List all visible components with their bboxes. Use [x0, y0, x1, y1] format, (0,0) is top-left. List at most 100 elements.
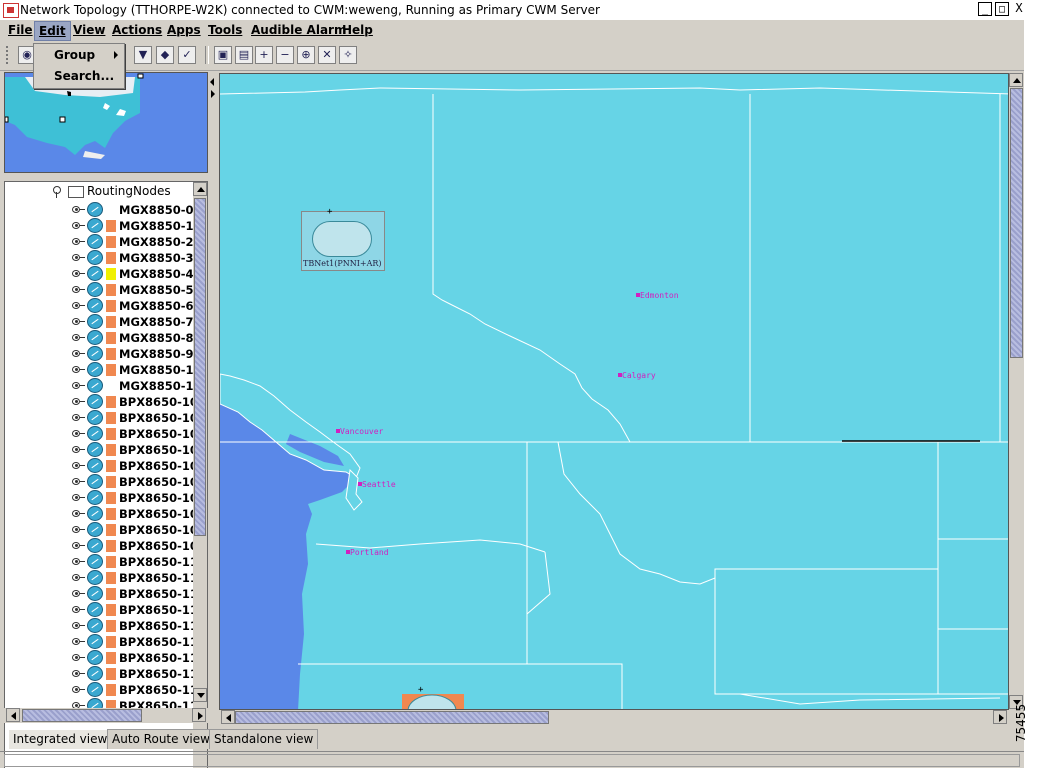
tree-node-row[interactable]: BPX8650-108 [5, 522, 206, 538]
eye-icon[interactable] [72, 270, 80, 277]
tree-node-row[interactable]: MGX8850-9 [5, 346, 195, 362]
eye-icon[interactable] [72, 542, 80, 549]
zoom-in-icon[interactable]: + [255, 46, 273, 64]
tab-standalone-view[interactable]: Standalone view [209, 729, 319, 749]
tree-folder-routingnodes[interactable]: RoutingNodes [5, 182, 195, 200]
eye-icon[interactable] [72, 382, 80, 389]
tree-node-row[interactable]: BPX8650-112 [5, 586, 206, 602]
grip-icon[interactable] [6, 46, 10, 64]
eye-icon[interactable] [72, 510, 80, 517]
tree-vertical-scrollbar[interactable] [193, 182, 207, 768]
eye-icon[interactable] [72, 222, 80, 229]
eye-icon[interactable] [72, 558, 80, 565]
eye-icon[interactable] [72, 430, 80, 437]
tree-node-row[interactable]: BPX8650-107 [5, 506, 206, 522]
eye-icon[interactable] [72, 334, 80, 341]
close-button[interactable]: X [1012, 2, 1024, 16]
menu-help[interactable]: Help [340, 23, 375, 37]
map-scroll-right-button[interactable] [993, 710, 1007, 724]
tree-node-row[interactable]: BPX8650-100 [5, 394, 206, 410]
eye-icon[interactable] [72, 526, 80, 533]
map-vertical-scrollbar[interactable] [1009, 73, 1024, 710]
menu-audible-alarm[interactable]: Audible Alarm [249, 23, 348, 37]
tree-node-row[interactable]: BPX8650-117 [5, 666, 206, 682]
tree-node-row[interactable]: MGX8850-7 [5, 314, 195, 330]
eye-icon[interactable] [72, 318, 80, 325]
tree-horizontal-scrollbar[interactable] [4, 708, 208, 723]
menu-item-search[interactable]: Search... [54, 69, 114, 83]
tree-node-row[interactable]: MGX8850-1 [5, 218, 195, 234]
layer-icon[interactable]: ◆ [156, 46, 174, 64]
eye-icon[interactable] [72, 350, 80, 357]
tree-node-row[interactable]: MGX8850-4 [5, 266, 195, 282]
eye-icon[interactable] [72, 686, 80, 693]
maximize-button[interactable]: □ [995, 2, 1009, 16]
filter-icon[interactable]: ▼ [134, 46, 152, 64]
eye-icon[interactable] [72, 238, 80, 245]
minimize-button[interactable]: _ [978, 2, 992, 16]
city-portland[interactable]: Portland [346, 548, 389, 557]
scroll-left-button[interactable] [6, 708, 20, 722]
tree-node-row[interactable]: BPX8650-114 [5, 618, 206, 634]
check-icon[interactable]: ✓ [178, 46, 196, 64]
tree-node-row[interactable]: MGX8850-3 [5, 250, 195, 266]
eye-icon[interactable] [72, 398, 80, 405]
eye-icon[interactable] [72, 590, 80, 597]
tree-node-row[interactable]: BPX8650-115 [5, 634, 206, 650]
menu-apps[interactable]: Apps [165, 23, 203, 37]
menu-edit[interactable]: Edit [34, 21, 71, 41]
network-cloud-node[interactable]: + TBNet1(PNNI+AR) [301, 207, 385, 271]
city-seattle[interactable]: Seattle [358, 480, 396, 489]
menu-item-group[interactable]: Group [54, 48, 95, 62]
map-scroll-thumb[interactable] [1010, 88, 1023, 358]
topology-map[interactable]: + + TBNet1(PNNI+AR) Edmonton Calgary Van… [219, 73, 1009, 710]
map-scroll-thumb-horizontal[interactable] [235, 711, 549, 724]
expand-toggle-icon[interactable] [53, 186, 61, 194]
menu-file[interactable]: File [6, 23, 35, 37]
eye-icon[interactable] [72, 302, 80, 309]
save-icon[interactable]: ▣ [214, 46, 232, 64]
eye-icon[interactable] [72, 206, 80, 213]
scroll-right-button[interactable] [192, 708, 206, 722]
map-scroll-up-button[interactable] [1009, 73, 1023, 87]
tree-node-row[interactable]: MGX8850-5 [5, 282, 195, 298]
eye-icon[interactable] [72, 654, 80, 661]
tree-node-row[interactable]: BPX8650-111 [5, 570, 206, 586]
tree-node-row[interactable]: MGX8850-8 [5, 330, 195, 346]
splitter-handle[interactable] [209, 72, 217, 182]
city-vancouver[interactable]: Vancouver [335, 427, 383, 436]
scroll-thumb-horizontal[interactable] [22, 709, 142, 722]
eye-icon[interactable] [72, 254, 80, 261]
tree-node-row[interactable]: MGX8850-0 [5, 202, 195, 218]
select-icon[interactable]: ✧ [339, 46, 357, 64]
tree-node-row[interactable]: MGX8850-12 [5, 378, 202, 394]
scroll-thumb[interactable] [194, 198, 206, 536]
tree-node-row[interactable]: BPX8650-109 [5, 538, 206, 554]
scroll-down-button[interactable] [193, 688, 207, 702]
tree-node-row[interactable]: MGX8850-6 [5, 298, 195, 314]
eye-icon[interactable] [72, 670, 80, 677]
eye-icon[interactable] [72, 366, 80, 373]
city-calgary[interactable]: Calgary [618, 371, 656, 380]
menu-actions[interactable]: Actions [110, 23, 164, 37]
tab-integrated-view[interactable]: Integrated view [8, 729, 113, 749]
tree-node-row[interactable]: BPX8650-113 [5, 602, 206, 618]
fit-icon[interactable]: ⊕ [297, 46, 315, 64]
eye-icon[interactable] [72, 574, 80, 581]
tree-node-row[interactable]: BPX8650-104 [5, 458, 206, 474]
eye-icon[interactable] [72, 494, 80, 501]
print-icon[interactable]: ▤ [235, 46, 253, 64]
map-scroll-left-button[interactable] [221, 710, 235, 724]
eye-icon[interactable] [72, 622, 80, 629]
tree-node-row[interactable]: MGX8850-10 [5, 362, 202, 378]
eye-icon[interactable] [72, 414, 80, 421]
tree-node-row[interactable]: MGX8850-2 [5, 234, 195, 250]
eye-icon[interactable] [72, 478, 80, 485]
tree-node-row[interactable]: BPX8650-102 [5, 426, 206, 442]
eye-icon[interactable] [72, 286, 80, 293]
zoom-out-icon[interactable]: − [276, 46, 294, 64]
city-edmonton[interactable]: Edmonton [636, 291, 679, 300]
eye-icon[interactable] [72, 446, 80, 453]
tree-node-row[interactable]: BPX8650-105 [5, 474, 206, 490]
tree-node-row[interactable]: BPX8650-116 [5, 650, 206, 666]
